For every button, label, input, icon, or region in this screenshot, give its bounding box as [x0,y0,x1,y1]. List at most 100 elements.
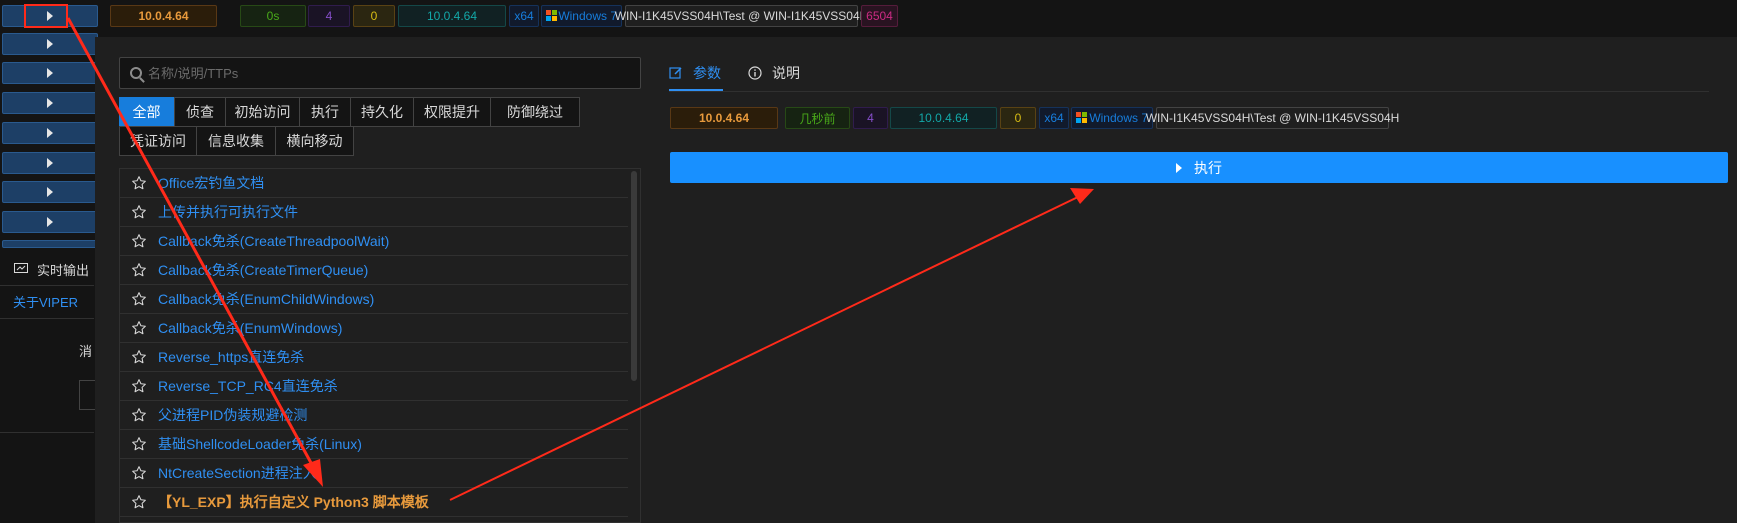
session-lastseen-tag: 几秒前 [785,107,850,129]
module-search-box[interactable] [119,57,641,89]
execute-label: 执行 [1194,159,1222,176]
session-arch-tag: x64 [1039,107,1069,129]
module-name: Reverse_TCP_RC4直连免杀 [158,378,338,394]
expand-row-button[interactable] [2,211,98,233]
list-scrollbar[interactable] [630,169,638,522]
tab-description-label: 说明 [772,65,800,81]
tab-persistence[interactable]: 持久化 [350,97,414,127]
star-icon[interactable] [128,346,150,368]
star-icon[interactable] [128,317,150,339]
module-list: Office宏钓鱼文档 上传并执行可执行文件 Callback免杀(Create… [119,168,641,523]
arch-tag: x64 [509,5,539,27]
expand-row-button[interactable] [2,152,98,174]
os-label: Windows 7 [558,9,617,23]
tab-params-label: 参数 [693,65,721,81]
list-item[interactable]: Office宏钓鱼文档 [120,169,628,198]
session-count-tag: 4 [853,107,888,129]
list-item[interactable]: 基础ShellcodeLoader免杀(Linux) [120,430,628,459]
tab-recon[interactable]: 侦查 [174,97,226,127]
list-item[interactable]: Callback免杀(CreateTimerQueue) [120,256,628,285]
play-icon [47,217,53,227]
list-item[interactable]: 父进程PID伪装规避检测 [120,401,628,430]
tab-info-collection[interactable]: 信息收集 [196,126,276,156]
tab-defense-evasion[interactable]: 防御绕过 [490,97,580,127]
edit-icon [669,67,682,79]
play-icon [47,128,53,138]
expand-row-button[interactable] [2,5,98,27]
partial-input [79,380,95,410]
tab-initial-access[interactable]: 初始访问 [225,97,300,127]
star-icon[interactable] [128,375,150,397]
play-icon [47,68,53,78]
tab-all[interactable]: 全部 [119,97,174,127]
play-icon [47,98,53,108]
play-icon [47,187,53,197]
star-icon[interactable] [128,433,150,455]
module-name: 基础ShellcodeLoader免杀(Linux) [158,436,362,452]
host-ip-tag: 10.0.4.64 [110,5,217,27]
pid-tag: 6504 [861,5,898,27]
execute-button[interactable]: 执行 [670,152,1728,183]
module-name: Reverse_https直连免杀 [158,349,305,365]
list-item[interactable]: NtCreateSection进程注入 [120,459,628,488]
star-icon[interactable] [128,288,150,310]
search-input[interactable] [148,65,628,81]
tab-privilege-escalation[interactable]: 权限提升 [413,97,491,127]
expand-row-button[interactable] [2,33,98,55]
session-internal-ip-tag: 10.0.4.64 [890,107,997,129]
tab-execution[interactable]: 执行 [299,97,351,127]
list-item-selected[interactable]: 【YL_EXP】执行自定义 Python3 脚本模板 [120,488,628,517]
realtime-output-tab[interactable]: 实时输出 [0,257,94,281]
monitor-icon [14,263,28,273]
module-drawer: 全部 侦查 初始访问 执行 持久化 权限提升 防御绕过 凭证访问 信息收集 横向… [95,37,1737,523]
star-icon[interactable] [128,230,150,252]
star-icon[interactable] [128,404,150,426]
heartbeat-tag: 0s [240,5,306,27]
module-name: Callback免杀(EnumWindows) [158,320,343,336]
list-item[interactable]: Callback免杀(CreateThreadpoolWait) [120,227,628,256]
info-icon [748,66,762,80]
play-icon [47,11,53,21]
tab-lateral-movement[interactable]: 横向移动 [275,126,354,156]
session-zero-tag: 0 [1000,107,1036,129]
star-icon[interactable] [128,462,150,484]
module-name: 上传并执行可执行文件 [158,204,298,220]
module-name: Callback免杀(CreateTimerQueue) [158,262,369,278]
tab-description[interactable]: 说明 [748,55,800,91]
user-host-tag: WIN-I1K45VSS04H\Test @ WIN-I1K45VSS04H [615,5,868,27]
expand-row-button[interactable] [2,92,98,114]
expand-row-button[interactable] [2,240,98,248]
list-item[interactable]: Callback免杀(EnumChildWindows) [120,285,628,314]
list-item[interactable]: Reverse_https直连免杀 [120,343,628,372]
list-item[interactable]: Reverse_TCP_RC4直连免杀 [120,372,628,401]
session-user-host-tag: WIN-I1K45VSS04H\Test @ WIN-I1K45VSS04H [1146,107,1399,129]
tab-divider [669,91,1709,92]
module-name: NtCreateSection进程注入 [158,465,317,481]
module-name: 父进程PID伪装规避检测 [158,407,308,423]
module-name: Callback免杀(CreateThreadpoolWait) [158,233,390,249]
scrollbar-thumb[interactable] [631,171,637,381]
about-viper-link[interactable]: 关于VIPER [0,289,94,313]
list-item[interactable]: Callback免杀(EnumWindows) [120,314,628,343]
partial-text: 消 [79,344,93,359]
play-icon [47,158,53,168]
star-icon[interactable] [128,259,150,281]
star-icon[interactable] [128,201,150,223]
search-icon [130,67,142,79]
play-icon [1176,162,1182,173]
module-name: Callback免杀(EnumChildWindows) [158,291,375,307]
star-icon[interactable] [128,491,150,513]
module-name: 【YL_EXP】执行自定义 Python3 脚本模板 [158,494,429,510]
expand-row-button[interactable] [2,122,98,144]
windows-icon [1076,112,1087,124]
expand-row-button[interactable] [2,181,98,203]
internal-ip-tag: 10.0.4.64 [398,5,506,27]
zero-tag: 0 [353,5,395,27]
tab-params[interactable]: 参数 [669,55,721,91]
star-icon[interactable] [128,172,150,194]
session-os-tag: Windows 7 [1071,107,1153,129]
session-os-label: Windows 7 [1089,111,1148,125]
tab-credential-access[interactable]: 凭证访问 [119,126,197,156]
expand-row-button[interactable] [2,62,98,84]
list-item[interactable]: 上传并执行可执行文件 [120,198,628,227]
